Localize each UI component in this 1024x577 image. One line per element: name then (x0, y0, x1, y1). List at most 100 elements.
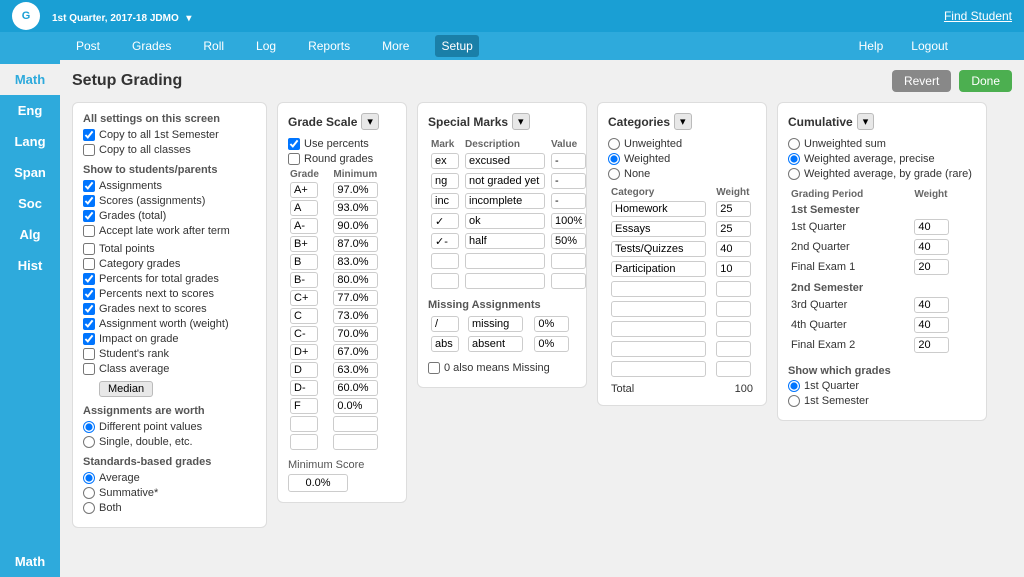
median-button[interactable]: Median (99, 381, 153, 397)
value-input-0[interactable] (551, 153, 586, 169)
worth-weight-checkbox[interactable] (83, 318, 95, 330)
show-assignments-checkbox[interactable] (83, 180, 95, 192)
grades-scores-checkbox[interactable] (83, 303, 95, 315)
special-marks-dropdown[interactable]: ▾ (512, 113, 530, 130)
cat-name-input-7[interactable] (611, 341, 706, 357)
sidebar-item-span[interactable]: Span (0, 157, 60, 188)
grade-input-6[interactable] (290, 290, 318, 306)
show-1st-semester-radio[interactable] (788, 395, 800, 407)
grade-input-8[interactable] (290, 326, 318, 342)
cat-weight-input-2[interactable] (716, 241, 751, 257)
mark-input-5[interactable] (431, 253, 459, 269)
cat-weight-input-0[interactable] (716, 201, 751, 217)
cat-name-input-8[interactable] (611, 361, 706, 377)
min-input-8[interactable] (333, 326, 378, 342)
desc-input-0[interactable] (465, 153, 545, 169)
desc-input-2[interactable] (465, 193, 545, 209)
value-input-4[interactable] (551, 233, 586, 249)
standards-both-radio[interactable] (83, 502, 95, 514)
grade-input-14[interactable] (290, 434, 318, 450)
cumulative-dropdown[interactable]: ▾ (857, 113, 875, 130)
cat-name-input-5[interactable] (611, 301, 706, 317)
weighted-precise-radio[interactable] (788, 153, 800, 165)
desc-input-4[interactable] (465, 233, 545, 249)
worth-option2-radio[interactable] (83, 436, 95, 448)
unweighted-radio[interactable] (608, 138, 620, 150)
final-exam1-weight-input[interactable] (914, 259, 949, 275)
min-score-input[interactable] (288, 474, 348, 492)
missing-desc-input-1[interactable] (468, 336, 523, 352)
desc-input-1[interactable] (465, 173, 545, 189)
grade-scale-dropdown[interactable]: ▾ (361, 113, 379, 130)
use-percents-checkbox[interactable] (288, 138, 300, 150)
min-input-4[interactable] (333, 254, 378, 270)
value-input-3[interactable] (551, 213, 586, 229)
cat-weight-input-3[interactable] (716, 261, 751, 277)
mark-input-1[interactable] (431, 173, 459, 189)
3rd-quarter-weight-input[interactable] (914, 297, 949, 313)
worth-option1-radio[interactable] (83, 421, 95, 433)
missing-mark-input-1[interactable] (431, 336, 459, 352)
grade-input-7[interactable] (290, 308, 318, 324)
sidebar-item-lang[interactable]: Lang (0, 126, 60, 157)
missing-desc-input-0[interactable] (468, 316, 523, 332)
total-points-checkbox[interactable] (83, 243, 95, 255)
min-input-14[interactable] (333, 434, 378, 450)
weighted-radio[interactable] (608, 153, 620, 165)
grade-input-13[interactable] (290, 416, 318, 432)
2nd-quarter-weight-input[interactable] (914, 239, 949, 255)
cat-name-input-4[interactable] (611, 281, 706, 297)
nav-setup[interactable]: Setup (435, 35, 478, 57)
mark-input-2[interactable] (431, 193, 459, 209)
sidebar-item-math[interactable]: Math (0, 64, 60, 95)
find-student-link[interactable]: Find Student (944, 9, 1012, 23)
min-input-6[interactable] (333, 290, 378, 306)
grade-input-10[interactable] (290, 362, 318, 378)
min-input-13[interactable] (333, 416, 378, 432)
min-input-11[interactable] (333, 380, 378, 396)
nav-more[interactable]: More (376, 35, 415, 57)
grade-input-9[interactable] (290, 344, 318, 360)
done-button[interactable]: Done (959, 70, 1012, 92)
mark-input-0[interactable] (431, 153, 459, 169)
min-input-12[interactable] (333, 398, 378, 414)
mark-input-6[interactable] (431, 273, 459, 289)
missing-mark-input-0[interactable] (431, 316, 459, 332)
min-input-5[interactable] (333, 272, 378, 288)
copy1-checkbox[interactable] (83, 129, 95, 141)
mark-input-4[interactable] (431, 233, 459, 249)
value-input-1[interactable] (551, 173, 586, 189)
final-exam2-weight-input[interactable] (914, 337, 949, 353)
cat-name-input-1[interactable] (611, 221, 706, 237)
cat-weight-input-1[interactable] (716, 221, 751, 237)
nav-grades[interactable]: Grades (126, 35, 177, 57)
4th-quarter-weight-input[interactable] (914, 317, 949, 333)
cat-name-input-2[interactable] (611, 241, 706, 257)
zero-missing-checkbox[interactable] (428, 362, 440, 374)
missing-value-input-1[interactable] (534, 336, 569, 352)
sidebar-item-hist[interactable]: Hist (0, 250, 60, 281)
value-input-2[interactable] (551, 193, 586, 209)
grade-input-1[interactable] (290, 200, 318, 216)
copy2-checkbox[interactable] (83, 144, 95, 156)
show-grades-checkbox[interactable] (83, 210, 95, 222)
sidebar-item-soc[interactable]: Soc (0, 188, 60, 219)
nav-post[interactable]: Post (70, 35, 106, 57)
student-rank-checkbox[interactable] (83, 348, 95, 360)
category-grades-checkbox[interactable] (83, 258, 95, 270)
quarter-title[interactable]: 1st Quarter, 2017-18 JDMO ▾ (48, 9, 191, 24)
nav-log[interactable]: Log (250, 35, 282, 57)
min-input-10[interactable] (333, 362, 378, 378)
desc-input-3[interactable] (465, 213, 545, 229)
1st-quarter-weight-input[interactable] (914, 219, 949, 235)
nav-reports[interactable]: Reports (302, 35, 356, 57)
value-input-6[interactable] (551, 273, 586, 289)
nav-roll[interactable]: Roll (197, 35, 230, 57)
standards-avg-radio[interactable] (83, 472, 95, 484)
nav-help[interactable]: Help (853, 35, 890, 57)
revert-button[interactable]: Revert (892, 70, 951, 92)
categories-dropdown[interactable]: ▾ (674, 113, 692, 130)
grade-input-5[interactable] (290, 272, 318, 288)
grade-input-0[interactable] (290, 182, 318, 198)
min-input-0[interactable] (333, 182, 378, 198)
